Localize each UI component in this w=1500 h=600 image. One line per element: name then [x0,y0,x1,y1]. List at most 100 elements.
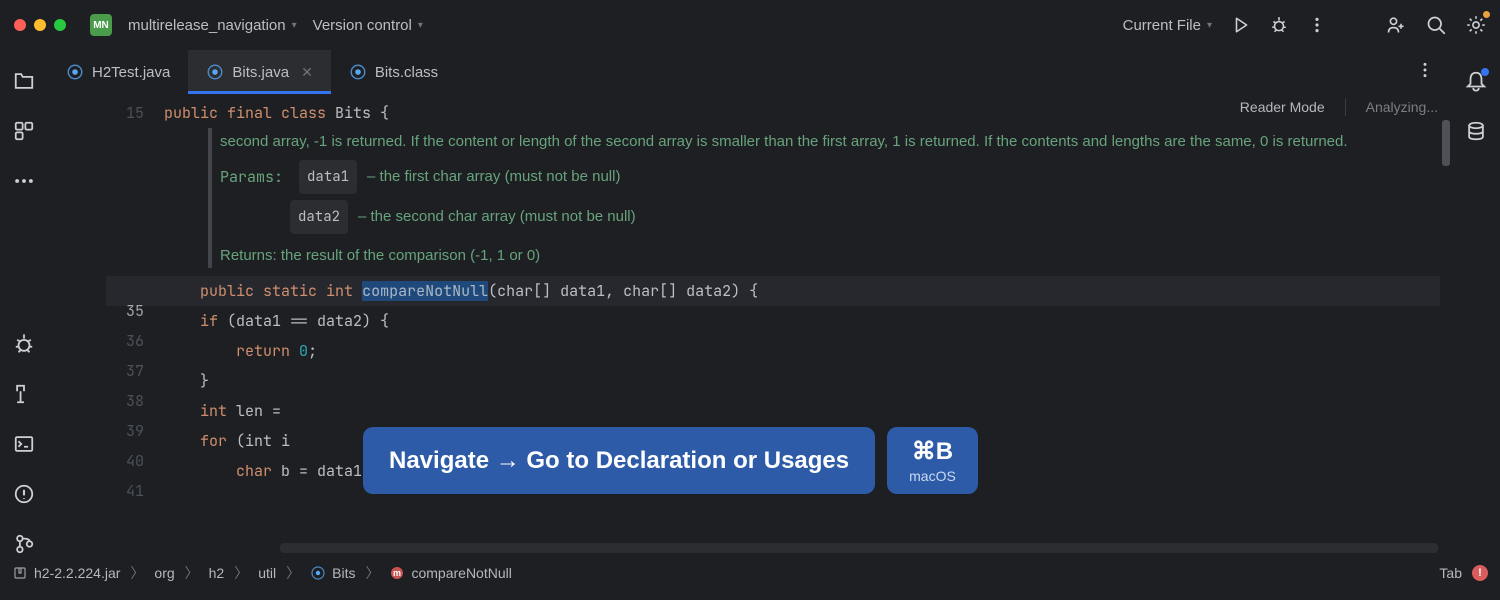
chevron-down-icon: ▾ [1207,20,1212,31]
titlebar: MN multirelease_navigation ▾ Version con… [0,0,1500,50]
terminal-tool-button[interactable] [13,433,35,455]
line-number: 41 [48,476,144,506]
statusbar: h2-2.2.224.jar 〉 org 〉 h2 〉 util 〉 Bits … [0,555,1500,589]
action-hint-text: Navigate → Go to Declaration or Usages [363,427,875,494]
structure-tool-button[interactable] [13,120,35,142]
code-text: (char[] data1, char[] data2) { [488,281,758,301]
line-number: 38 [48,386,144,416]
java-class-icon [349,63,367,81]
code-keyword: public static [200,281,317,301]
project-selector[interactable]: multirelease_navigation ▾ [128,17,297,34]
divider [1345,98,1346,116]
zoom-window-button[interactable] [54,19,66,31]
line-number: 35 [48,296,144,326]
run-button[interactable] [1232,16,1250,34]
tab-bits-class[interactable]: Bits.class [331,50,456,94]
indent-indicator[interactable]: Tab [1439,565,1462,581]
code-keyword: int [200,401,227,421]
problems-tool-button[interactable] [13,483,35,505]
run-config-label: Current File [1123,17,1201,34]
shortcut-os: macOS [909,468,956,484]
close-tab-button[interactable]: ✕ [301,64,313,81]
close-window-button[interactable] [14,19,26,31]
left-toolbar [0,50,48,555]
tabs-more-button[interactable] [1398,61,1452,84]
run-config-selector[interactable]: Current File ▾ [1123,17,1212,34]
javadoc-param-desc: – the first char array (must not be null… [367,165,620,189]
code-line: } [164,366,1452,396]
javadoc-block: second array, -1 is returned. If the con… [208,128,1452,268]
reader-mode-button[interactable]: Reader Mode [1240,99,1325,115]
breadcrumb-separator: 〉 [234,563,248,583]
chevron-down-icon: ▾ [292,20,297,31]
project-badge: MN [90,14,112,36]
class-icon [310,565,326,581]
breadcrumb-separator: 〉 [365,563,379,583]
notifications-button[interactable] [1465,70,1487,92]
code-with-me-button[interactable] [1386,15,1406,35]
vcs-tool-button[interactable] [13,533,35,555]
breadcrumb-item[interactable]: h2-2.2.224.jar [12,565,120,581]
breadcrumb-item[interactable]: m compareNotNull [389,565,511,581]
code-keyword: public final class [164,103,335,123]
debug-tool-button[interactable] [13,333,35,355]
breadcrumb-label: compareNotNull [411,565,511,581]
titlebar-right: Current File ▾ [1123,15,1486,35]
search-button[interactable] [1426,15,1446,35]
breadcrumb-label: h2-2.2.224.jar [34,565,120,581]
tab-h2test[interactable]: H2Test.java [48,50,188,94]
breadcrumb-separator: 〉 [185,563,199,583]
right-toolbar [1452,50,1500,555]
action-hint-shortcut: ⌘B macOS [887,427,978,494]
tab-bits-java[interactable]: Bits.java ✕ [188,50,330,94]
code-text [164,461,236,481]
breadcrumb-item[interactable]: h2 [209,565,225,581]
debug-button[interactable] [1270,16,1288,34]
code-keyword: for [200,431,227,451]
analyzing-label: Analyzing... [1366,99,1438,115]
error-indicator[interactable]: ! [1472,565,1488,581]
database-tool-button[interactable] [1465,120,1487,142]
javadoc-returns-label: Returns: [220,247,277,264]
method-icon: m [389,565,405,581]
scroll-track[interactable] [1440,94,1452,555]
breadcrumb-item[interactable]: org [154,565,174,581]
build-tool-button[interactable] [13,383,35,405]
project-tool-button[interactable] [13,70,35,92]
vcs-menu[interactable]: Version control ▾ [313,17,423,34]
more-tools-button[interactable] [13,170,35,192]
scroll-thumb[interactable] [1442,120,1450,166]
java-class-icon [206,63,224,81]
breadcrumb-item[interactable]: Bits [310,565,355,581]
tab-label: Bits.java [232,64,289,81]
javadoc-text: second array, -1 is returned. If the con… [220,130,1452,154]
code-text [164,431,200,451]
archive-icon [12,565,28,581]
settings-button[interactable] [1466,15,1486,35]
minimize-window-button[interactable] [34,19,46,31]
horizontal-scrollbar[interactable] [280,543,1438,553]
code-keyword: char [236,461,272,481]
svg-text:m: m [393,568,401,578]
line-number: 15 [48,98,144,128]
breadcrumb-separator: 〉 [130,563,144,583]
javadoc-returns-text: the result of the comparison (-1, 1 or 0… [281,247,540,264]
breadcrumb-item[interactable]: util [258,565,276,581]
line-number: 36 [48,326,144,356]
gutter: 15 35 36 37 38 39 40 41 [48,94,164,555]
tab-label: H2Test.java [92,64,170,81]
code-text [164,401,200,421]
line-number: 39 [48,416,144,446]
traffic-lights [14,19,66,31]
tab-label: Bits.class [375,64,438,81]
javadoc-param-desc: – the second char array (must not be nul… [358,205,636,229]
javadoc-params-label: Params: [220,162,283,192]
editor-banner: Reader Mode Analyzing... [1240,98,1438,116]
code-number: 0 [299,341,308,361]
more-actions-button[interactable] [1308,16,1326,34]
code-text: { [371,103,389,123]
code-text: len = [227,401,290,421]
code-type: int [326,281,353,301]
action-hint-popup: Navigate → Go to Declaration or Usages ⌘… [363,427,978,494]
code-line: if (data1 == data2) { [164,306,1452,336]
